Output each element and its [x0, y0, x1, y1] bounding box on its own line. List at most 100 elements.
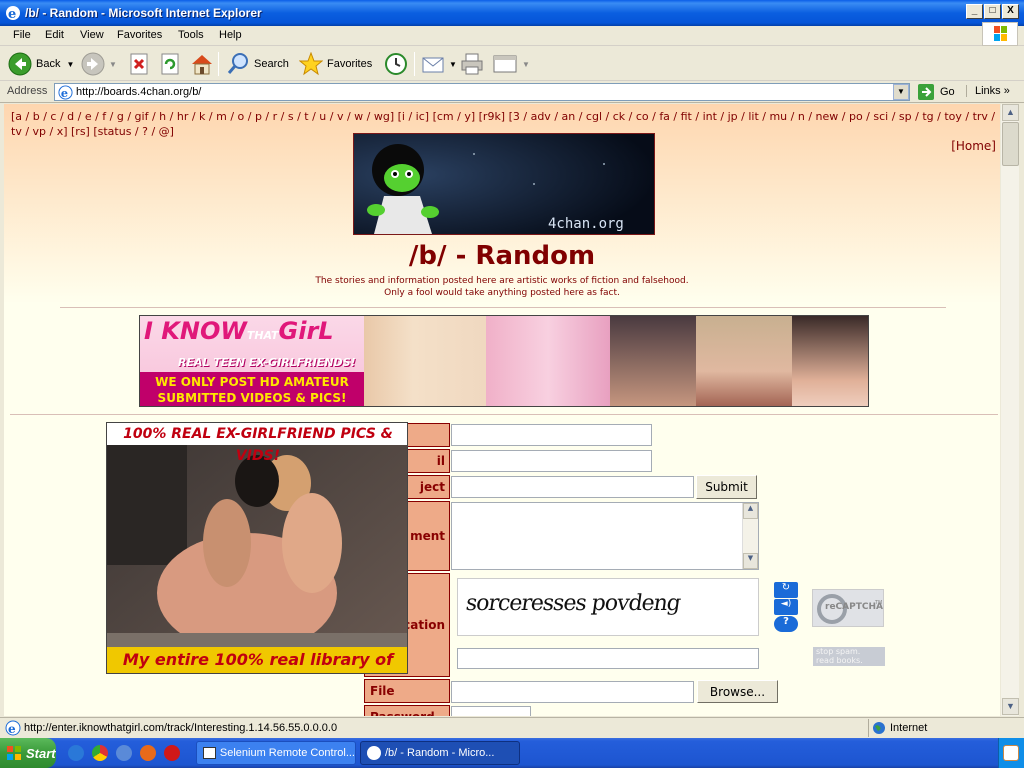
scroll-up-icon[interactable]: ▲ — [1002, 104, 1019, 121]
search-icon — [227, 53, 248, 74]
captcha-response-input[interactable] — [457, 648, 759, 669]
window-title: /b/ - Random - Microsoft Internet Explor… — [25, 6, 262, 20]
print-button[interactable] — [460, 51, 488, 77]
mail-dropdown-icon[interactable]: ▼ — [449, 60, 457, 69]
ad-brand: I KNOWTHATGirL — [144, 317, 334, 345]
start-label: Start — [26, 745, 56, 761]
email-input[interactable] — [451, 450, 652, 472]
taskbar-item-selenium[interactable]: Selenium Remote Control... — [196, 741, 356, 765]
ad-photo-2 — [486, 316, 610, 406]
close-button[interactable]: X — [1002, 4, 1019, 19]
ie-task-icon — [367, 746, 381, 760]
chrome-quicklaunch-icon[interactable] — [92, 745, 108, 761]
forward-dropdown-icon[interactable]: ▼ — [109, 60, 117, 69]
board-banner: 4chan.org — [353, 133, 655, 235]
ad-pitch-line-2: SUBMITTED VIDEOS & PICS! — [157, 391, 347, 405]
board-title: /b/ - Random — [408, 241, 596, 271]
links-button[interactable]: Links » — [966, 85, 1010, 97]
side-advertisement[interactable]: 100% REAL EX-GIRLFRIEND PICS & VIDS! My … — [106, 422, 408, 674]
back-button[interactable]: Back ▼ — [8, 51, 74, 77]
browse-button[interactable]: Browse... — [697, 680, 778, 703]
page-scrollbar[interactable]: ▲ ▼ — [1000, 104, 1019, 716]
edit-dropdown-icon[interactable]: ▼ — [522, 60, 530, 69]
back-dropdown-icon[interactable]: ▼ — [66, 60, 74, 69]
opera-quicklaunch-icon[interactable] — [164, 745, 180, 761]
taskbar-item-ie-label: /b/ - Random - Micro... — [385, 747, 495, 759]
ad-side-headline: 100% REAL EX-GIRLFRIEND PICS & VIDS! — [107, 423, 407, 464]
search-button[interactable]: Search — [226, 51, 289, 77]
ad-pitch: WE ONLY POST HD AMATEUR SUBMITTED VIDEOS… — [140, 372, 364, 406]
edit-button[interactable]: ▼ — [492, 51, 530, 77]
globe-quicklaunch-icon[interactable] — [116, 745, 132, 761]
menu-tools[interactable]: Tools — [178, 29, 204, 41]
ie-icon: e — [6, 6, 20, 21]
name-input[interactable] — [451, 424, 652, 446]
scroll-down-icon[interactable]: ▼ — [1002, 698, 1019, 715]
start-button[interactable]: Start — [0, 738, 56, 768]
disclaimer-line-1: The stories and information posted here … — [315, 276, 689, 286]
ie-quicklaunch-icon[interactable] — [68, 745, 84, 761]
go-button[interactable]: Go — [917, 83, 955, 101]
form-password-label: Password — [364, 705, 450, 716]
top-advertisement[interactable]: I KNOWTHATGirL REAL TEEN EX-GIRLFRIENDS!… — [139, 315, 869, 407]
title-bar[interactable]: e /b/ - Random - Microsoft Internet Expl… — [0, 0, 1024, 26]
address-dropdown-icon[interactable]: ▼ — [893, 84, 909, 100]
menu-view[interactable]: View — [80, 29, 104, 41]
links-chevron-icon: » — [1003, 85, 1010, 97]
windows-logo-icon — [7, 746, 21, 760]
taskbar-item-ie[interactable]: /b/ - Random - Micro... — [360, 741, 520, 765]
firefox-quicklaunch-icon[interactable] — [140, 745, 156, 761]
divider — [60, 307, 946, 308]
menu-favorites[interactable]: Favorites — [117, 29, 162, 41]
comment-scrollbar[interactable]: ▲ ▼ — [742, 503, 758, 569]
minimize-button[interactable]: _ — [966, 4, 983, 19]
scroll-up-icon[interactable]: ▲ — [743, 503, 758, 519]
recaptcha-logo: reCAPTCHA TM — [812, 589, 884, 627]
scrollbar-thumb[interactable] — [1002, 122, 1019, 166]
recaptcha-note-1: stop spam. — [816, 647, 861, 656]
captcha-reload-icon[interactable]: ↻ — [774, 582, 798, 598]
ad-photo-3 — [610, 316, 696, 406]
tray-app-icon[interactable] — [1003, 745, 1019, 761]
ad-brand-i-know: I KNOW — [144, 317, 247, 345]
zone-label: Internet — [890, 722, 928, 734]
maximize-button[interactable]: □ — [984, 4, 1001, 19]
menu-help[interactable]: Help — [219, 29, 242, 41]
submit-button[interactable]: Submit — [696, 475, 757, 499]
home-button[interactable] — [190, 51, 218, 77]
password-input[interactable] — [451, 706, 531, 716]
recaptcha-tm: TM — [875, 600, 883, 606]
back-arrow-icon — [8, 52, 32, 76]
captcha-help-icon[interactable]: ? — [774, 616, 798, 632]
recaptcha-note: stop spam. read books. — [813, 647, 885, 666]
ad-photo-5 — [792, 316, 868, 406]
ad-photo-4 — [696, 316, 792, 406]
printer-icon — [461, 53, 483, 75]
refresh-button[interactable] — [159, 51, 185, 77]
menu-file[interactable]: File — [13, 29, 31, 41]
divider — [10, 414, 998, 415]
stop-button[interactable] — [128, 51, 154, 77]
favorites-button[interactable]: Favorites — [299, 51, 372, 77]
address-input[interactable]: e http://boards.4chan.org/b/ — [54, 83, 910, 101]
windows-flag-icon — [982, 22, 1018, 46]
captcha-text: sorceresses povdeng — [464, 591, 682, 616]
form-file-label: File — [364, 679, 450, 703]
menu-edit[interactable]: Edit — [45, 29, 64, 41]
home-icon — [192, 55, 212, 75]
scroll-down-icon[interactable]: ▼ — [743, 553, 758, 569]
captcha-audio-icon[interactable]: ◄) — [774, 599, 798, 615]
subject-input[interactable] — [451, 476, 694, 498]
forward-button[interactable]: ▼ — [81, 51, 117, 77]
history-button[interactable] — [384, 51, 412, 77]
ad-pitch-line-1: WE ONLY POST HD AMATEUR — [155, 375, 349, 389]
page-viewport[interactable]: [a / b / c / d / e / f / g / gif / h / h… — [4, 104, 1000, 716]
mail-button[interactable]: ▼ — [421, 51, 457, 77]
address-url: http://boards.4chan.org/b/ — [76, 86, 202, 98]
quick-launch — [68, 745, 180, 761]
comment-textarea[interactable]: ▲ ▼ — [451, 502, 759, 570]
status-url: http://enter.iknowthatgirl.com/track/Int… — [24, 722, 338, 734]
home-link[interactable]: [Home] — [951, 139, 996, 153]
system-tray — [998, 738, 1024, 768]
file-input[interactable] — [451, 681, 694, 703]
